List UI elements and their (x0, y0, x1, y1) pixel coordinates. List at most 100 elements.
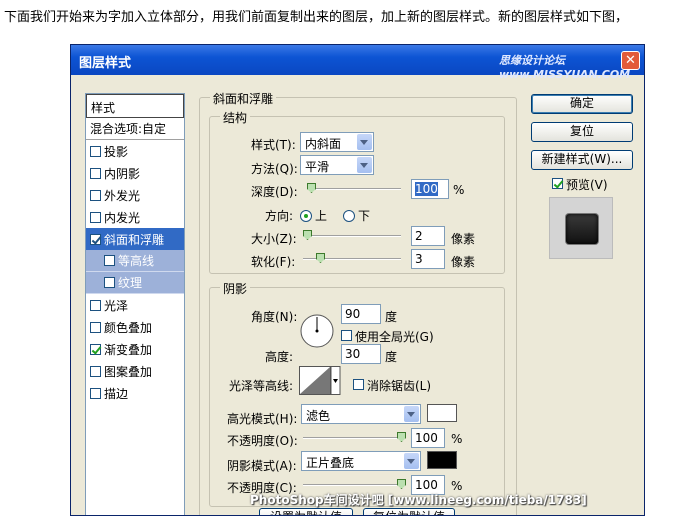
chevron-down-icon (404, 406, 419, 422)
checkbox-icon[interactable] (104, 255, 115, 266)
technique-select[interactable]: 平滑 (300, 155, 374, 175)
preview-swatch (566, 214, 598, 244)
style-item[interactable]: 渐变叠加 (86, 338, 184, 360)
shadow-opacity-slider[interactable] (303, 479, 406, 489)
style-item-label: 颜色叠加 (104, 320, 153, 335)
highlight-color-swatch[interactable] (427, 404, 457, 422)
style-item[interactable]: 等高线 (86, 250, 184, 272)
set-default-button[interactable]: 设置为默认值 (259, 508, 353, 515)
checkbox-icon (341, 330, 352, 341)
direction-up-radio[interactable]: 上 (300, 207, 327, 224)
altitude-input[interactable]: 30 (341, 344, 381, 364)
size-slider[interactable] (303, 230, 401, 240)
checkbox-icon[interactable] (90, 365, 101, 377)
altitude-unit: 度 (385, 350, 398, 364)
style-item-label: 内阴影 (104, 166, 141, 181)
intro-text: 下面我们开始来为字加入立体部分，用我们前面复制出来的图层，加上新的图层样式。新的… (4, 10, 629, 25)
gloss-contour-picker[interactable] (299, 366, 341, 396)
reset-button[interactable]: 复位 (531, 122, 633, 142)
depth-input[interactable]: 100 (411, 179, 449, 199)
blend-options-item[interactable]: 混合选项:自定 (86, 118, 184, 140)
size-input[interactable]: 2 (411, 226, 445, 246)
structure-title: 结构 (220, 109, 251, 126)
highlight-mode-select[interactable]: 滤色 (301, 404, 421, 424)
highlight-opacity-input[interactable]: 100 (411, 428, 445, 448)
gloss-contour-label: 光泽等高线: (229, 379, 294, 393)
dialog-title: 图层样式 (79, 56, 132, 71)
style-item-label: 等高线 (118, 254, 155, 268)
shading-title: 阴影 (220, 280, 251, 297)
checkbox-checked-icon[interactable] (90, 343, 101, 355)
angle-label: 角度(N): (251, 310, 298, 324)
altitude-label: 高度: (265, 350, 294, 364)
soften-slider[interactable] (303, 253, 401, 263)
dialog-titlebar[interactable]: 图层样式 思缘设计论坛 www.MISSYUAN.COM ✕ (71, 45, 644, 81)
new-style-button[interactable]: 新建样式(W)... (531, 150, 633, 170)
checkbox-checked-icon (552, 178, 563, 189)
reset-default-button[interactable]: 复位为默认值 (363, 508, 455, 515)
depth-unit: % (453, 183, 465, 197)
depth-label: 深度(D): (251, 185, 298, 199)
soften-label: 软化(F): (251, 255, 296, 269)
style-item-label: 纹理 (118, 276, 143, 290)
radio-off-icon (343, 210, 355, 222)
style-item-label: 图案叠加 (104, 364, 153, 379)
style-item[interactable]: 外发光 (86, 184, 184, 206)
shadow-mode-label: 阴影模式(A): (227, 459, 297, 473)
ok-button[interactable]: 确定 (531, 94, 633, 114)
highlight-opacity-unit: % (451, 432, 463, 446)
shadow-color-swatch[interactable] (427, 451, 457, 469)
checkbox-icon[interactable] (90, 211, 101, 223)
bottom-watermark: PhotoShop车间设计吧 [www.lineeg.com/tieba/178… (250, 493, 587, 507)
soften-unit: 像素 (451, 255, 476, 269)
checkbox-icon[interactable] (90, 167, 101, 179)
checkbox-icon[interactable] (90, 321, 101, 333)
styles-header[interactable]: 样式 (86, 94, 184, 118)
checkbox-icon[interactable] (90, 189, 101, 201)
style-item-label: 外发光 (104, 188, 141, 203)
style-item[interactable]: 内发光 (86, 206, 184, 228)
checkbox-icon[interactable] (90, 145, 101, 157)
antialias-checkbox[interactable]: 消除锯齿(L) (353, 377, 431, 394)
radio-on-icon (300, 210, 312, 222)
angle-unit: 度 (385, 310, 398, 324)
soften-input[interactable]: 3 (411, 249, 445, 269)
shadow-mode-select[interactable]: 正片叠底 (301, 451, 421, 471)
highlight-mode-label: 高光模式(H): (227, 412, 298, 426)
layer-style-dialog: 图层样式 思缘设计论坛 www.MISSYUAN.COM ✕ 样式 混合选项:自… (70, 44, 645, 516)
depth-slider[interactable] (307, 183, 401, 193)
style-item-label: 描边 (104, 386, 129, 401)
preview-checkbox[interactable]: 预览(V) (552, 176, 608, 193)
chevron-down-icon (404, 453, 419, 469)
style-item[interactable]: 纹理 (86, 272, 184, 294)
checkbox-icon[interactable] (90, 299, 101, 311)
direction-label: 方向: (265, 209, 294, 223)
style-item-label: 光泽 (104, 298, 129, 313)
highlight-opacity-slider[interactable] (303, 432, 406, 442)
direction-down-radio[interactable]: 下 (343, 207, 370, 224)
style-item[interactable]: 斜面和浮雕 (86, 228, 184, 250)
angle-dial[interactable] (299, 313, 335, 349)
highlight-opacity-label: 不透明度(O): (227, 434, 298, 448)
angle-input[interactable]: 90 (341, 304, 381, 324)
size-label: 大小(Z): (251, 232, 297, 246)
styles-list: 样式 混合选项:自定 投影内阴影外发光内发光斜面和浮雕等高线纹理光泽颜色叠加渐变… (85, 93, 185, 515)
checkbox-icon[interactable] (104, 277, 115, 288)
style-item[interactable]: 光泽 (86, 294, 184, 316)
style-item[interactable]: 投影 (86, 140, 184, 162)
bevel-emboss-title: 斜面和浮雕 (210, 90, 277, 107)
style-item-label: 内发光 (104, 210, 141, 225)
style-select[interactable]: 内斜面 (300, 132, 374, 152)
style-item-label: 投影 (104, 144, 129, 159)
style-preview (549, 197, 613, 259)
style-item[interactable]: 描边 (86, 382, 184, 404)
style-item[interactable]: 颜色叠加 (86, 316, 184, 338)
global-light-checkbox[interactable]: 使用全局光(G) (341, 328, 434, 345)
style-item[interactable]: 内阴影 (86, 162, 184, 184)
checkbox-icon[interactable] (90, 387, 101, 399)
checkbox-checked-icon[interactable] (90, 233, 101, 245)
style-item[interactable]: 图案叠加 (86, 360, 184, 382)
chevron-down-icon (357, 157, 372, 173)
close-button[interactable]: ✕ (621, 51, 640, 70)
style-item-label: 渐变叠加 (104, 342, 153, 357)
